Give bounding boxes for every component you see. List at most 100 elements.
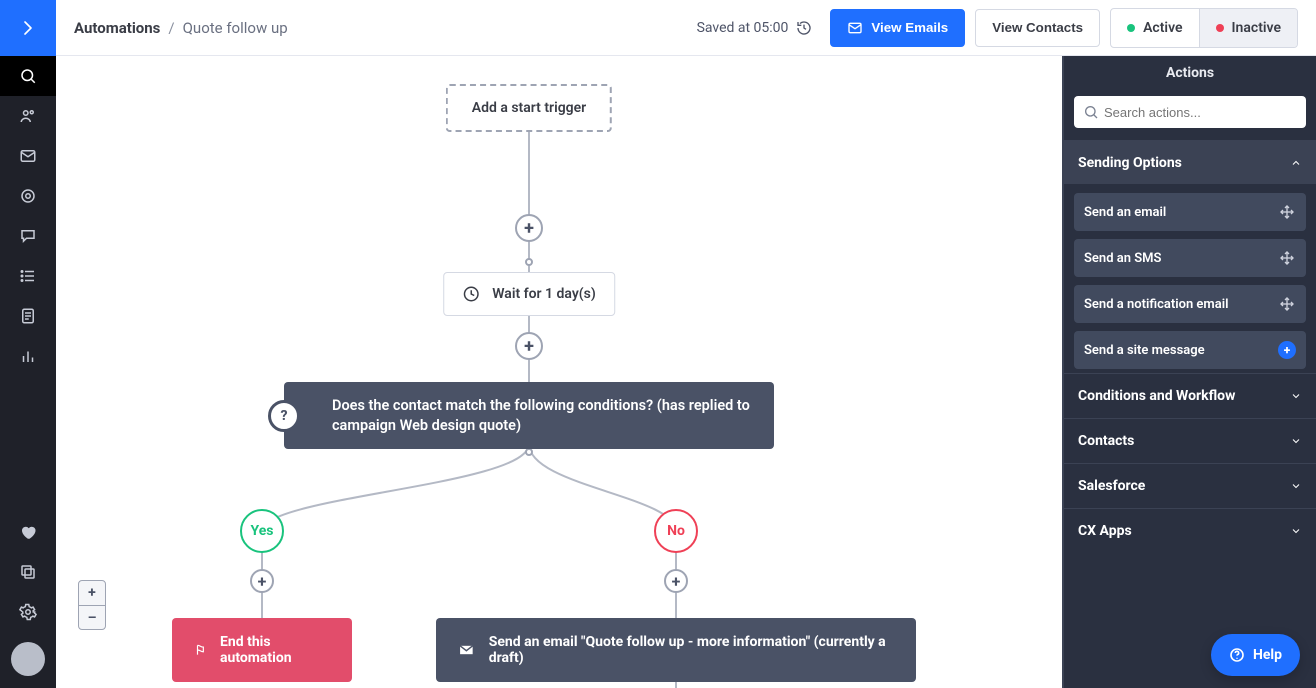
section-cxapps-label: CX Apps (1078, 523, 1132, 539)
status-active-dot (1127, 24, 1135, 32)
condition-label: Does the contact match the following con… (332, 396, 756, 435)
section-cxapps: CX Apps (1064, 508, 1316, 553)
search-icon (19, 67, 37, 85)
drag-handle-icon[interactable] (1278, 203, 1296, 221)
clock-icon (462, 285, 480, 303)
action-item-label: Send a site message (1084, 343, 1205, 358)
chevron-down-icon (1290, 390, 1302, 402)
breadcrumb-root[interactable]: Automations (74, 19, 160, 37)
connector-lines (56, 56, 1062, 688)
help-label: Help (1253, 647, 1282, 663)
condition-step[interactable]: ? Does the contact match the following c… (284, 382, 774, 449)
nav-settings[interactable] (0, 592, 56, 632)
branch-no[interactable]: No (654, 509, 698, 553)
section-salesforce-header[interactable]: Salesforce (1064, 464, 1316, 508)
add-step-button[interactable]: + (664, 569, 688, 593)
connector-dot (525, 448, 533, 456)
status-inactive-dot (1216, 24, 1224, 32)
add-step-button[interactable]: + (515, 332, 543, 360)
nav-forms[interactable] (0, 296, 56, 336)
end-automation-label: End this automation (220, 634, 330, 666)
nav-contacts[interactable] (0, 96, 56, 136)
copy-icon (19, 563, 37, 581)
nav-search[interactable] (0, 56, 56, 96)
bar-chart-icon (19, 347, 37, 365)
chevron-down-icon (1290, 480, 1302, 492)
breadcrumb-leaf: Quote follow up (183, 19, 288, 37)
nav-lists[interactable] (0, 256, 56, 296)
main-area: Automations / Quote follow up Saved at 0… (56, 0, 1316, 688)
view-emails-button[interactable]: View Emails (830, 9, 965, 47)
status-inactive[interactable]: Inactive (1199, 9, 1297, 47)
list-icon (19, 267, 37, 285)
branch-yes[interactable]: Yes (240, 509, 284, 553)
zoom-out-button[interactable]: – (79, 605, 105, 629)
section-conditions: Conditions and Workflow (1064, 373, 1316, 418)
section-sending-label: Sending Options (1078, 155, 1182, 171)
nav-automations[interactable] (0, 176, 56, 216)
section-contacts-header[interactable]: Contacts (1064, 419, 1316, 463)
status-active-label: Active (1143, 20, 1182, 36)
nav-campaigns[interactable] (0, 136, 56, 176)
chat-icon (19, 227, 37, 245)
mail-icon (847, 20, 863, 36)
workspace: Add a start trigger + Wait for 1 day(s) … (56, 56, 1316, 688)
question-icon: ? (268, 400, 300, 432)
actions-panel-title: Actions (1064, 56, 1316, 90)
action-item-label: Send an email (1084, 205, 1166, 220)
view-contacts-label: View Contacts (992, 20, 1083, 35)
add-step-button[interactable]: + (250, 569, 274, 593)
section-sending-header[interactable]: Sending Options (1064, 141, 1316, 185)
actions-panel: Actions Sending Options Send an emailSen… (1062, 56, 1316, 688)
end-automation-card[interactable]: End this automation (172, 618, 352, 682)
section-contacts: Contacts (1064, 418, 1316, 463)
heart-icon (19, 523, 37, 541)
section-sending-options: Sending Options Send an email Send an SMS… (1064, 140, 1316, 373)
add-action-icon[interactable]: + (1278, 341, 1296, 359)
nav-reports[interactable] (0, 336, 56, 376)
start-trigger[interactable]: Add a start trigger (446, 84, 612, 132)
zoom-in-button[interactable]: + (79, 581, 105, 605)
nav-library[interactable] (0, 552, 56, 592)
wait-step[interactable]: Wait for 1 day(s) (443, 272, 615, 316)
search-icon (1083, 104, 1099, 120)
breadcrumb-separator: / (168, 19, 174, 37)
chevron-down-icon (1290, 435, 1302, 447)
wait-label: Wait for 1 day(s) (492, 286, 596, 302)
section-conditions-header[interactable]: Conditions and Workflow (1064, 374, 1316, 418)
action-item[interactable]: Send an email (1074, 193, 1306, 231)
chevron-up-icon (1290, 157, 1302, 169)
action-item[interactable]: Send a site message + (1074, 331, 1306, 369)
section-conditions-label: Conditions and Workflow (1078, 388, 1235, 404)
saved-label: Saved at 05:00 (697, 20, 789, 36)
send-email-label: Send an email "Quote follow up - more in… (489, 634, 894, 666)
automation-canvas[interactable]: Add a start trigger + Wait for 1 day(s) … (56, 56, 1062, 688)
saved-indicator: Saved at 05:00 (697, 20, 813, 36)
left-nav-rail (0, 0, 56, 688)
drag-handle-icon[interactable] (1278, 249, 1296, 267)
action-item[interactable]: Send an SMS (1074, 239, 1306, 277)
breadcrumb: Automations / Quote follow up (74, 19, 288, 37)
mail-icon (19, 147, 37, 165)
chevron-right-icon (19, 19, 37, 37)
drag-handle-icon[interactable] (1278, 295, 1296, 313)
help-button[interactable]: Help (1211, 634, 1300, 676)
brand-logo[interactable] (0, 0, 56, 56)
action-item-label: Send an SMS (1084, 251, 1161, 266)
view-contacts-button[interactable]: View Contacts (975, 9, 1100, 47)
actions-search-input[interactable] (1074, 96, 1306, 128)
section-cxapps-header[interactable]: CX Apps (1064, 509, 1316, 553)
nav-conversations[interactable] (0, 216, 56, 256)
mail-icon (458, 641, 475, 659)
nav-favorites[interactable] (0, 512, 56, 552)
add-step-button[interactable]: + (515, 214, 543, 242)
chevron-down-icon (1290, 525, 1302, 537)
section-contacts-label: Contacts (1078, 433, 1134, 449)
status-inactive-label: Inactive (1232, 20, 1281, 36)
send-email-card[interactable]: Send an email "Quote follow up - more in… (436, 618, 916, 682)
user-avatar[interactable] (11, 642, 45, 676)
status-active[interactable]: Active (1111, 9, 1198, 47)
history-icon[interactable] (796, 20, 812, 36)
zoom-controls: + – (78, 580, 106, 630)
action-item[interactable]: Send a notification email (1074, 285, 1306, 323)
